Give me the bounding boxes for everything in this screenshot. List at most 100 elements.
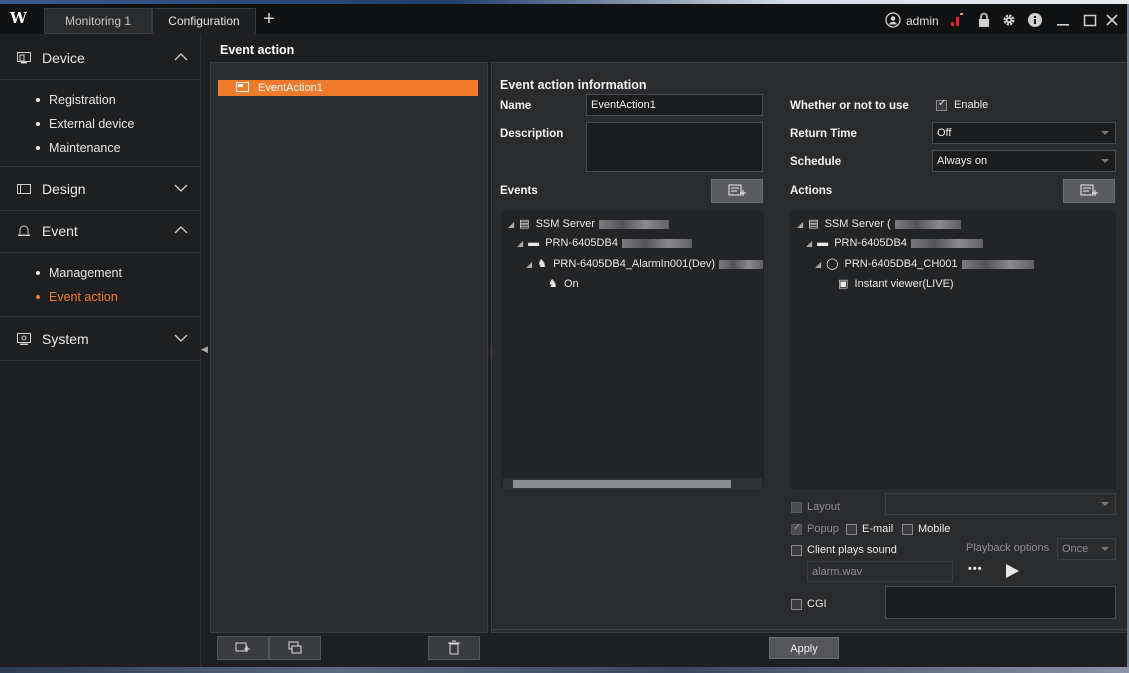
description-field[interactable] <box>586 122 763 172</box>
select-events-button[interactable] <box>711 179 763 203</box>
bullet-icon <box>36 145 40 150</box>
gear-icon[interactable] <box>1000 12 1018 30</box>
maximize-icon[interactable] <box>1082 12 1098 28</box>
layout-label: Layout <box>807 501 841 513</box>
horizontal-scrollbar[interactable] <box>503 478 762 489</box>
collapse-sidebar-icon[interactable]: ◀ <box>201 344 209 356</box>
system-icon <box>16 331 32 347</box>
client-sound-checkbox[interactable] <box>791 545 802 556</box>
bell-icon <box>16 223 32 239</box>
alarm-input-icon: ♞ <box>537 258 547 270</box>
return-time-select[interactable]: Off <box>932 122 1116 144</box>
sidebar-item-external-device[interactable]: External device <box>36 117 134 131</box>
browse-button[interactable]: ••• <box>968 563 983 575</box>
tree-node-instant-viewer[interactable]: ▣ Instant viewer(LIVE) <box>838 277 954 290</box>
layout-select[interactable] <box>885 493 1116 515</box>
user-icon[interactable] <box>884 12 902 30</box>
event-action-icon <box>236 82 250 93</box>
tree-node-label: On <box>564 278 579 290</box>
sidebar-item-maintenance[interactable]: Maintenance <box>36 141 121 155</box>
cgi-checkbox[interactable] <box>791 599 802 610</box>
sound-file-field[interactable]: alarm.wav <box>807 561 953 582</box>
chevron-up-icon[interactable] <box>172 48 190 66</box>
sidebar-item-label: Event action <box>49 290 118 304</box>
events-label: Events <box>500 185 538 197</box>
lock-icon[interactable] <box>975 12 993 30</box>
actions-tree[interactable] <box>790 211 1116 489</box>
add-event-action-button[interactable] <box>217 636 269 660</box>
user-name[interactable]: admin <box>906 14 939 28</box>
tree-node-on[interactable]: ♞ On <box>548 277 579 290</box>
dropdown-arrow-icon <box>1101 547 1109 551</box>
playback-select[interactable]: Once <box>1057 538 1116 560</box>
schedule-label: Schedule <box>790 156 842 168</box>
sidebar-item-label: Management <box>49 266 122 280</box>
redacted-address <box>894 219 961 229</box>
expand-icon: ◢ <box>508 220 515 229</box>
sidebar-section-event[interactable]: Event <box>0 210 200 253</box>
tab-configuration[interactable]: Configuration <box>152 8 256 34</box>
apply-button[interactable]: Apply <box>769 637 839 659</box>
desktop-background <box>0 667 1129 673</box>
schedule-value: Always on <box>937 155 988 167</box>
copy-icon <box>288 641 302 654</box>
page-title: Event action <box>220 43 295 57</box>
tree-node-server[interactable]: ◢ ▤ SSM Server <box>508 217 669 230</box>
chevron-down-icon[interactable] <box>172 329 190 347</box>
server-icon: ▤ <box>519 218 530 230</box>
events-tree[interactable] <box>501 211 764 489</box>
copy-event-action-button[interactable] <box>269 636 321 660</box>
sidebar-item-registration[interactable]: Registration <box>36 93 116 107</box>
redacted-address <box>719 259 764 269</box>
mobile-label: Mobile <box>918 523 951 535</box>
trash-icon <box>448 640 460 655</box>
alarm-indicator-icon[interactable] <box>950 12 964 28</box>
recorder-icon: ▬ <box>528 237 540 249</box>
tree-node-camera[interactable]: ◢ ◯ PRN-6405DB4_CH001 <box>815 257 1034 270</box>
check-icon: ✓ <box>938 98 947 109</box>
viewer-icon: ▣ <box>838 278 849 290</box>
chevron-down-icon[interactable] <box>172 179 190 197</box>
email-checkbox[interactable] <box>846 524 857 535</box>
sidebar-section-device[interactable]: Device <box>0 37 200 80</box>
sidebar-section-system[interactable]: System <box>0 318 200 361</box>
tree-node-recorder[interactable]: ◢ ▬ PRN-6405DB4 <box>806 237 983 249</box>
expand-icon: ◢ <box>806 239 813 248</box>
playback-value: Once <box>1062 543 1089 555</box>
play-icon[interactable] <box>1004 563 1020 579</box>
delete-event-action-button[interactable] <box>428 636 480 660</box>
alarm-input-icon: ♞ <box>548 278 558 290</box>
use-label: Whether or not to use <box>790 100 909 112</box>
tree-node-alarm-input[interactable]: ◢ ♞ PRN-6405DB4_AlarmIn001(Dev) <box>526 257 764 270</box>
cgi-field[interactable] <box>885 586 1116 619</box>
tree-node-label: PRN-6405DB4 <box>545 237 618 249</box>
sidebar-item-management[interactable]: Management <box>36 266 122 280</box>
sidebar-section-label: Event <box>42 223 78 239</box>
sidebar-item-event-action[interactable]: Event action <box>36 290 118 304</box>
expand-icon: ◢ <box>526 260 533 269</box>
tab-monitoring-1[interactable]: Monitoring 1 <box>44 8 152 34</box>
scrollbar-thumb[interactable] <box>513 480 731 488</box>
name-label: Name <box>500 100 532 112</box>
name-field[interactable]: EventAction1 <box>586 94 763 116</box>
dropdown-arrow-icon <box>1101 131 1109 135</box>
mobile-checkbox[interactable] <box>902 524 913 535</box>
enable-checkbox[interactable]: ✓ <box>936 98 947 111</box>
tree-node-label: SSM Server ( <box>824 218 891 230</box>
splitter-handle[interactable]: ⋮ <box>487 346 495 356</box>
divider <box>0 166 200 167</box>
layout-checkbox[interactable] <box>791 502 802 513</box>
tree-node-recorder[interactable]: ◢ ▬ PRN-6405DB4 <box>517 237 692 249</box>
chevron-up-icon[interactable] <box>172 221 190 239</box>
popup-checkbox[interactable]: ✓ <box>791 522 802 535</box>
close-icon[interactable] <box>1104 12 1120 28</box>
schedule-select[interactable]: Always on <box>932 150 1116 172</box>
info-icon[interactable] <box>1026 12 1044 30</box>
sidebar-section-design[interactable]: Design <box>0 168 200 211</box>
tree-node-label: PRN-6405DB4 <box>834 237 907 249</box>
add-tab-button[interactable]: + <box>258 8 280 32</box>
minimize-icon[interactable] <box>1055 12 1071 28</box>
tree-node-server[interactable]: ◢ ▤ SSM Server ( <box>797 217 961 230</box>
select-actions-button[interactable] <box>1063 179 1115 203</box>
list-item[interactable]: EventAction1 <box>218 80 478 96</box>
